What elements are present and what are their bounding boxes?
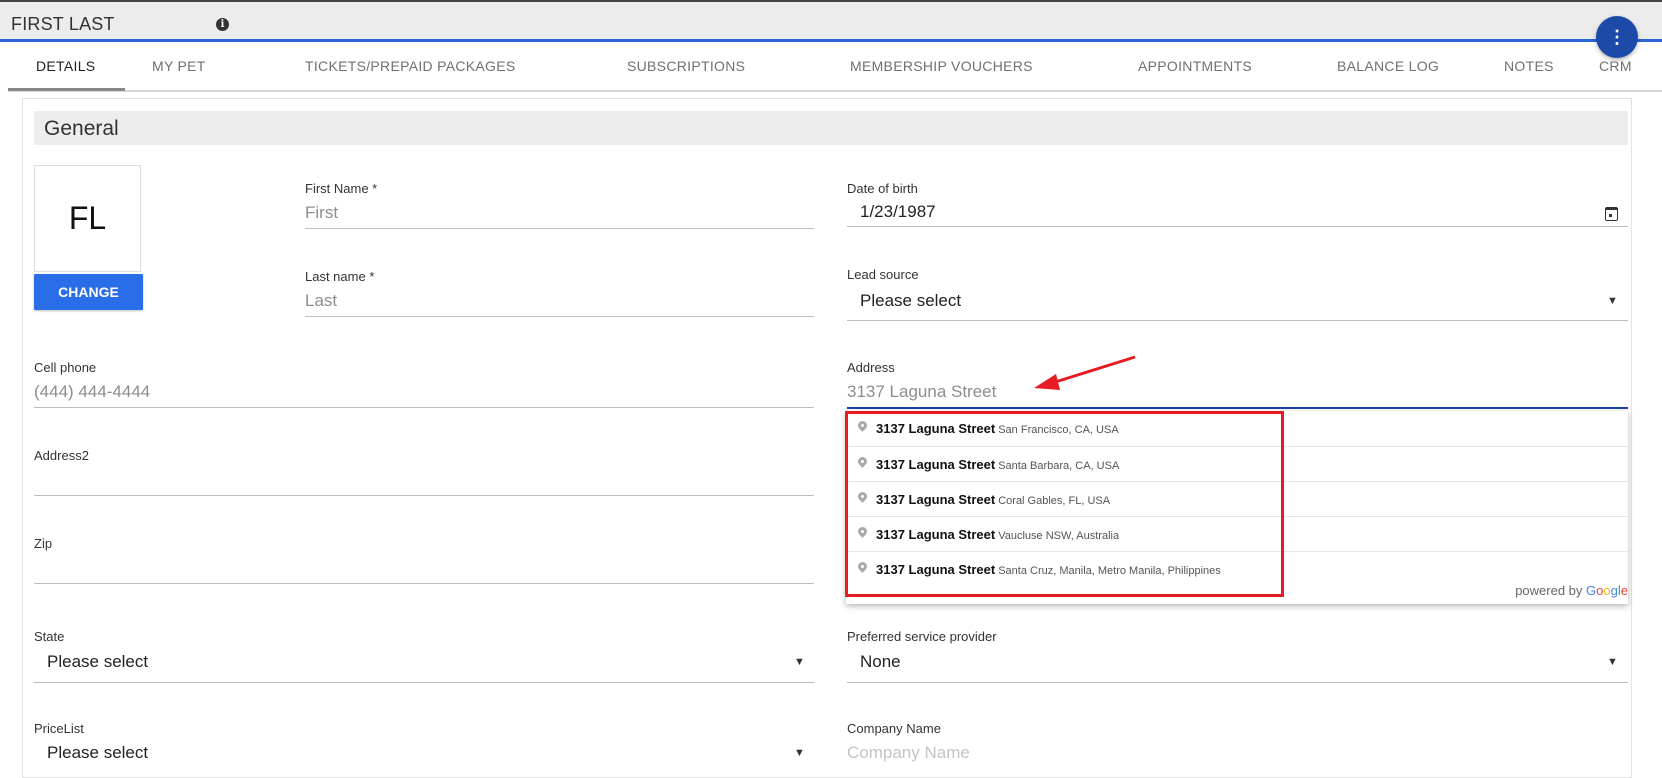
avatar: FL	[34, 165, 141, 272]
chevron-down-icon[interactable]: ▼	[1607, 295, 1618, 307]
chevron-down-icon[interactable]: ▼	[1607, 656, 1618, 668]
dob-label: Date of birth	[847, 181, 918, 196]
tab-tickets-prepaid-packages[interactable]: TICKETS/PREPAID PACKAGES	[305, 58, 516, 74]
pricelist-label: PriceList	[34, 721, 84, 736]
lead-source-underline	[847, 320, 1628, 321]
active-tab-indicator	[8, 88, 125, 91]
state-label: State	[34, 629, 65, 644]
lead-source-select[interactable]: Please select	[860, 291, 961, 311]
state-select[interactable]: Please select	[47, 652, 148, 672]
address-label: Address	[847, 360, 895, 375]
first-name-input[interactable]: First	[305, 203, 338, 223]
last-name-underline	[305, 316, 814, 317]
preferred-provider-underline	[847, 682, 1628, 683]
cell-phone-label: Cell phone	[34, 360, 97, 375]
last-name-input[interactable]: Last	[305, 291, 337, 311]
section-header: General	[34, 111, 1628, 145]
lead-source-label: Lead source	[847, 267, 919, 282]
section-title: General	[44, 117, 119, 140]
first-name-underline	[305, 228, 814, 229]
preferred-provider-select[interactable]: None	[860, 652, 901, 672]
info-icon[interactable]: i	[216, 18, 229, 31]
dob-underline	[847, 226, 1628, 227]
profile-header: FIRST LAST i	[0, 0, 1662, 42]
tab-bar: DETAILS MY PET TICKETS/PREPAID PACKAGES …	[8, 44, 1662, 92]
address-input[interactable]: 3137 Laguna Street	[847, 382, 996, 402]
state-underline	[34, 682, 814, 683]
tab-crm[interactable]: CRM	[1599, 58, 1632, 74]
chevron-down-icon[interactable]: ▼	[794, 747, 805, 759]
dob-input[interactable]: 1/23/1987	[860, 202, 936, 222]
powered-by-google: powered by Google	[1515, 583, 1628, 598]
tab-my-pet[interactable]: MY PET	[152, 58, 206, 74]
tab-notes[interactable]: NOTES	[1504, 58, 1554, 74]
last-name-label: Last name *	[305, 269, 375, 284]
change-avatar-button[interactable]: CHANGE	[34, 274, 143, 310]
tab-appointments[interactable]: APPOINTMENTS	[1138, 58, 1252, 74]
tab-subscriptions[interactable]: SUBSCRIPTIONS	[627, 58, 745, 74]
first-name-label: First Name *	[305, 181, 378, 196]
google-logo: Google	[1586, 583, 1628, 598]
preferred-provider-label: Preferred service provider	[847, 629, 997, 644]
zip-label: Zip	[34, 536, 53, 551]
address-underline	[847, 407, 1628, 409]
chevron-down-icon[interactable]: ▼	[794, 656, 805, 668]
calendar-icon[interactable]	[1605, 207, 1618, 221]
tab-balance-log[interactable]: BALANCE LOG	[1337, 58, 1439, 74]
cell-phone-input[interactable]: (444) 444-4444	[34, 382, 150, 402]
tab-details[interactable]: DETAILS	[36, 58, 95, 74]
powered-by-text: powered by	[1515, 583, 1583, 598]
address2-input[interactable]	[34, 495, 814, 496]
company-name-label: Company Name	[847, 721, 941, 736]
pricelist-select[interactable]: Please select	[47, 743, 148, 763]
address2-label: Address2	[34, 448, 89, 463]
zip-input[interactable]	[34, 583, 814, 584]
customer-name: FIRST LAST	[11, 14, 115, 34]
annotation-arrow	[1034, 355, 1136, 390]
cell-phone-underline	[34, 407, 814, 408]
annotation-highlight-box	[845, 411, 1284, 597]
tab-membership-vouchers[interactable]: MEMBERSHIP VOUCHERS	[850, 58, 1033, 74]
company-name-input[interactable]: Company Name	[847, 743, 970, 763]
